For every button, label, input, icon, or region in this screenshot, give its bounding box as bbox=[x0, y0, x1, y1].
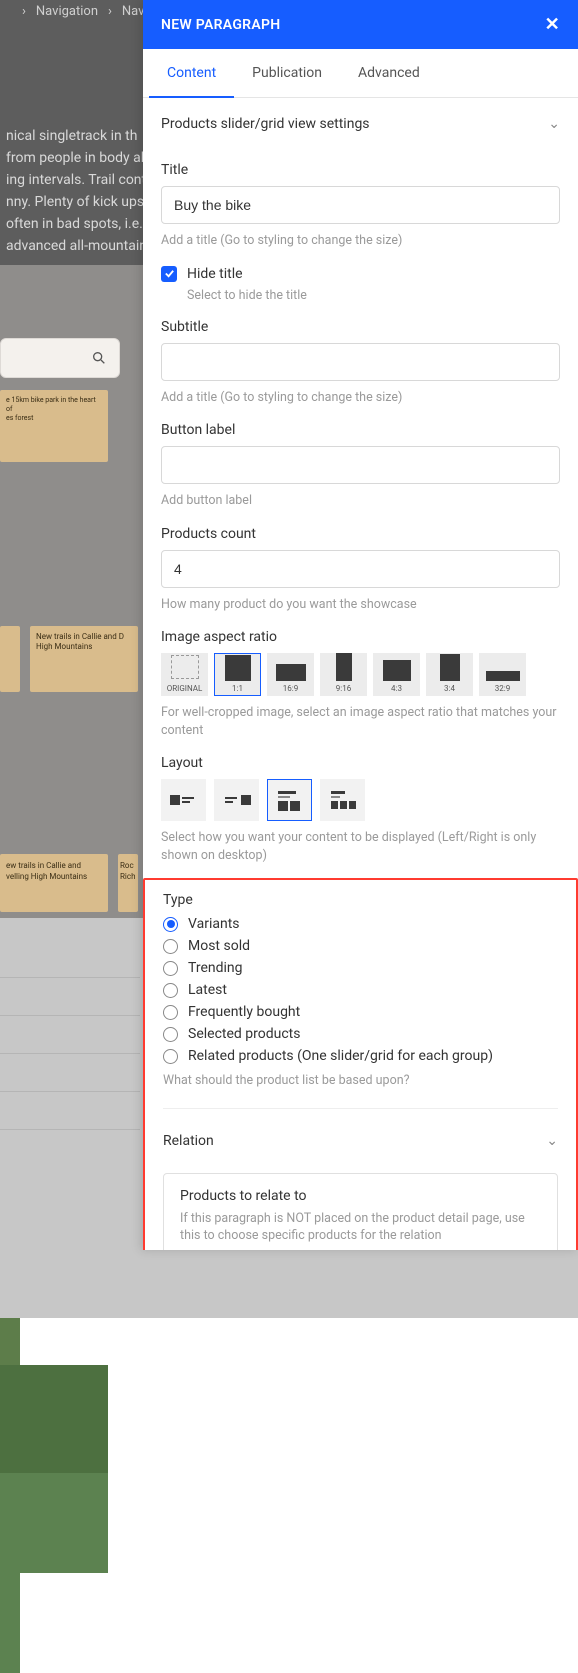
type-option[interactable]: Latest bbox=[163, 982, 558, 998]
button-label-label: Button label bbox=[161, 422, 560, 438]
radio-icon bbox=[163, 1049, 178, 1064]
ratio-hint: For well-cropped image, select an image … bbox=[161, 704, 560, 739]
bg-img bbox=[0, 1473, 108, 1573]
radio-icon bbox=[163, 939, 178, 954]
tab-content[interactable]: Content bbox=[149, 49, 234, 97]
radio-icon bbox=[163, 917, 178, 932]
ratio-32-9[interactable]: 32:9 bbox=[479, 653, 526, 696]
radio-icon bbox=[163, 961, 178, 976]
title-input[interactable] bbox=[161, 186, 560, 224]
type-option-label: Most sold bbox=[188, 938, 250, 954]
layout-list[interactable] bbox=[267, 779, 312, 821]
type-option[interactable]: Most sold bbox=[163, 938, 558, 954]
type-option-label: Frequently bought bbox=[188, 1004, 300, 1020]
type-option[interactable]: Variants bbox=[163, 916, 558, 932]
tab-publication[interactable]: Publication bbox=[234, 49, 340, 97]
bg-card: Roc Rich bbox=[118, 854, 138, 912]
panel-title: NEW PARAGRAPH bbox=[161, 17, 281, 33]
breadcrumb: ›Navigation›Nav bbox=[22, 4, 144, 19]
radio-icon bbox=[163, 1027, 178, 1042]
panel-header: NEW PARAGRAPH ✕ bbox=[143, 0, 578, 49]
ratio-1-1[interactable]: 1:1 bbox=[214, 653, 261, 696]
search-icon bbox=[91, 350, 107, 366]
subtitle-hint: Add a title (Go to styling to change the… bbox=[161, 389, 560, 407]
close-icon[interactable]: ✕ bbox=[545, 14, 560, 35]
count-input[interactable] bbox=[161, 550, 560, 588]
type-label: Type bbox=[163, 892, 558, 908]
radio-icon bbox=[163, 1005, 178, 1020]
layout-options bbox=[161, 779, 560, 821]
layout-grid[interactable] bbox=[320, 779, 365, 821]
relation-box-title: Products to relate to bbox=[180, 1188, 541, 1204]
hide-title-checkbox[interactable] bbox=[161, 266, 177, 282]
highlighted-area: Type Variants Most sold Trending Latest Freq… bbox=[143, 878, 578, 1250]
ratio-label: Image aspect ratio bbox=[161, 629, 560, 645]
bg-card: ew trails in Callie and velling High Mou… bbox=[0, 854, 108, 912]
relation-toggle[interactable]: Relation ⌄ bbox=[163, 1108, 558, 1163]
tabs: Content Publication Advanced bbox=[143, 49, 578, 98]
button-label-hint: Add button label bbox=[161, 492, 560, 510]
type-hint: What should the product list be based up… bbox=[163, 1072, 558, 1090]
section-toggle[interactable]: Products slider/grid view settings ⌄ bbox=[161, 98, 560, 146]
check-icon bbox=[164, 268, 175, 279]
type-option[interactable]: Frequently bought bbox=[163, 1004, 558, 1020]
type-option[interactable]: Related products (One slider/grid for ea… bbox=[163, 1048, 558, 1064]
bg-card: New trails in Callie and D High Mountain… bbox=[30, 626, 138, 692]
relation-box-desc: If this paragraph is NOT placed on the p… bbox=[180, 1210, 541, 1245]
subtitle-input[interactable] bbox=[161, 343, 560, 381]
layout-right[interactable] bbox=[214, 779, 259, 821]
chevron-down-icon: ⌄ bbox=[546, 1133, 558, 1149]
count-hint: How many product do you want the showcas… bbox=[161, 596, 560, 614]
hide-title-hint: Select to hide the title bbox=[187, 288, 560, 303]
side-panel: NEW PARAGRAPH ✕ Content Publication Adva… bbox=[143, 0, 578, 1250]
button-label-input[interactable] bbox=[161, 446, 560, 484]
bg-text: nical singletrack in th from people in b… bbox=[0, 125, 156, 257]
bg-img bbox=[0, 1573, 20, 1673]
title-hint: Add a title (Go to styling to change the… bbox=[161, 232, 560, 250]
ratio-4-3[interactable]: 4:3 bbox=[373, 653, 420, 696]
type-option-label: Latest bbox=[188, 982, 227, 998]
type-option-label: Variants bbox=[188, 916, 240, 932]
tab-advanced[interactable]: Advanced bbox=[340, 49, 438, 97]
section-title: Products slider/grid view settings bbox=[161, 116, 370, 132]
hide-title-label: Hide title bbox=[187, 266, 243, 282]
ratio-16-9[interactable]: 16:9 bbox=[267, 653, 314, 696]
ratio-3-4[interactable]: 3:4 bbox=[426, 653, 473, 696]
title-label: Title bbox=[161, 162, 560, 178]
type-option[interactable]: Selected products bbox=[163, 1026, 558, 1042]
ratio-options: ORIGINAL 1:1 16:9 9:16 4:3 3:4 32:9 bbox=[161, 653, 560, 696]
type-option-label: Selected products bbox=[188, 1026, 300, 1042]
search-input[interactable] bbox=[0, 338, 120, 378]
relation-heading: Relation bbox=[163, 1133, 214, 1149]
count-label: Products count bbox=[161, 526, 560, 542]
chevron-down-icon: ⌄ bbox=[548, 116, 560, 132]
type-option-label: Trending bbox=[188, 960, 243, 976]
ratio-original[interactable]: ORIGINAL bbox=[161, 653, 208, 696]
layout-hint: Select how you want your content to be d… bbox=[161, 829, 560, 864]
radio-icon bbox=[163, 983, 178, 998]
type-option[interactable]: Trending bbox=[163, 960, 558, 976]
layout-left[interactable] bbox=[161, 779, 206, 821]
bg-card bbox=[0, 626, 20, 692]
type-option-label: Related products (One slider/grid for ea… bbox=[188, 1048, 493, 1064]
relation-box: Products to relate to If this paragraph … bbox=[163, 1173, 558, 1251]
layout-label: Layout bbox=[161, 755, 560, 771]
bg-card: e 15km bike park in the heart of es fore… bbox=[0, 390, 108, 462]
ratio-9-16[interactable]: 9:16 bbox=[320, 653, 367, 696]
bg-img bbox=[0, 1365, 108, 1473]
subtitle-label: Subtitle bbox=[161, 319, 560, 335]
